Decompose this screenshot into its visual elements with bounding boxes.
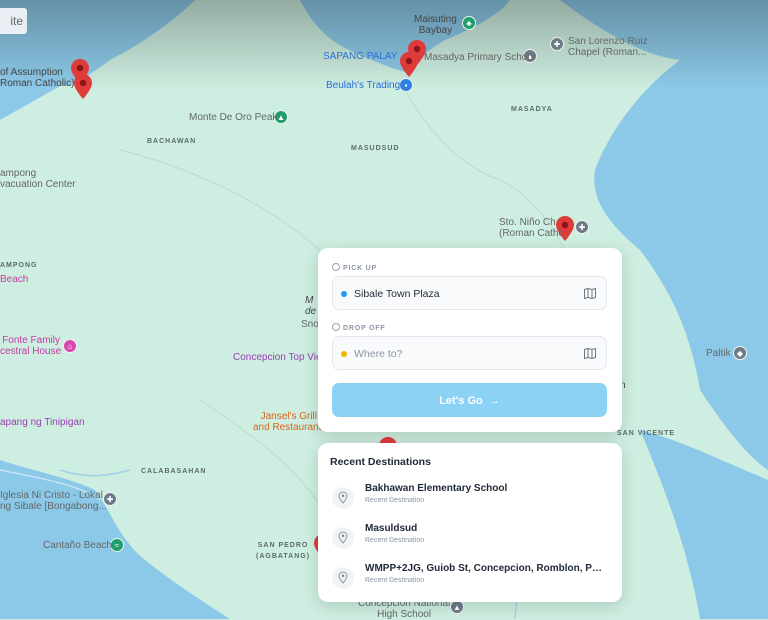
recent-destination-sub: Recent Destination (365, 537, 425, 544)
map-pin-icon[interactable] (400, 52, 418, 77)
location-pin-icon (332, 487, 354, 509)
map-label-fonte: Fonte Family cestral House (0, 335, 62, 357)
school-icon[interactable]: ▲ (450, 600, 464, 614)
pickup-input[interactable] (354, 284, 574, 304)
lets-go-button[interactable]: Let's Go → (332, 383, 607, 417)
recent-destination-item[interactable]: Bakhawan Elementary School Recent Destin… (332, 483, 612, 513)
map-label-iglesia: Iglesia Ni Cristo - Lokal ng Sibale [Bon… (0, 490, 107, 512)
pickup-label-text: PICK UP (343, 265, 377, 272)
map-label-masadya: MASADYA (511, 106, 553, 113)
map-label-san-vicente: SAN VICENTE (617, 430, 676, 437)
map-label-concepcion-top: Concepcion Top Vie (233, 352, 322, 363)
pickup-field[interactable] (332, 276, 607, 310)
recent-destination-name: WMPP+2JG, Guiob St, Concepcion, Romblon,… (365, 563, 605, 574)
recent-destination-sub: Recent Destination (365, 497, 425, 504)
recent-destinations-title: Recent Destinations (330, 456, 431, 468)
shop-icon[interactable]: ▪ (399, 78, 413, 92)
place-icon[interactable]: ◆ (733, 346, 747, 360)
dropoff-input[interactable] (354, 344, 574, 364)
map-label-paltik: Paltik (706, 348, 731, 359)
pickup-dot-icon (341, 291, 347, 297)
map-label-bachawan: BACHAWAN (147, 138, 197, 145)
map-label-beach: Beach (0, 274, 29, 285)
map-label-sto-nino: Sto. Niño Ch (Roman Catho (499, 217, 565, 239)
dropoff-field[interactable] (332, 336, 607, 370)
location-pin-icon (332, 567, 354, 589)
church-icon[interactable]: ✚ (575, 220, 589, 234)
pickup-section-label: PICK UP (332, 263, 377, 272)
map-label-masadya-school: Masadya Primary School (424, 52, 536, 63)
map-label-monte-de-oro: Monte De Oro Peak (189, 112, 278, 123)
recent-destination-item[interactable]: WMPP+2JG, Guiob St, Concepcion, Romblon,… (332, 563, 612, 593)
map-label-maisuting: Maisuting Baybay (414, 14, 457, 36)
park-icon[interactable]: ♣ (462, 16, 476, 30)
recent-destination-item[interactable]: Masuldsud Recent Destination (332, 523, 612, 553)
map-label-assumption: of Assumption Roman Catholic) (0, 67, 75, 89)
map-label-tinipigan: apang ng Tinipigan (0, 417, 85, 428)
recent-destination-sub: Recent Destination (365, 577, 425, 584)
location-pin-icon (332, 527, 354, 549)
map-label-calabasahan: CALABASAHAN (141, 468, 207, 475)
recent-destinations-card: Recent Destinations Bakhawan Elementary … (318, 443, 622, 602)
map-label-ampong: AMPONG (0, 262, 38, 269)
map-icon[interactable] (584, 348, 596, 359)
beach-icon[interactable]: ≈ (110, 538, 124, 552)
map-label-masudsud: MASUDSUD (351, 145, 400, 152)
dropoff-label-text: DROP OFF (343, 325, 386, 332)
map-label-san-pedro: SAN PEDRO (AGBATANG) (256, 542, 311, 560)
map-label-sapang-palay: SAPANG PALAY (323, 51, 398, 62)
recent-destination-name: Masuldsud (365, 523, 418, 534)
house-icon[interactable]: ⌂ (63, 339, 77, 353)
satellite-toggle-button[interactable]: ite (0, 8, 27, 34)
map-icon[interactable] (584, 288, 596, 299)
location-pin-icon (332, 323, 340, 331)
lets-go-label: Let's Go (439, 395, 483, 407)
dropoff-section-label: DROP OFF (332, 323, 385, 332)
dropoff-dot-icon (341, 351, 347, 357)
map-label-beulahs: Beulah's Trading (326, 80, 401, 91)
arrow-right-icon: → (488, 395, 500, 407)
church-icon[interactable]: ✚ (550, 37, 564, 51)
map-pin-icon[interactable] (74, 74, 92, 99)
map-label-evacuation: ampong vacuation Center (0, 168, 76, 190)
recent-destination-name: Bakhawan Elementary School (365, 483, 508, 494)
map-label-jansels: Jansel's Grill and Restaurant (253, 411, 322, 433)
location-pin-icon (332, 263, 340, 271)
map-label-m-de: M de (305, 295, 317, 317)
trip-planner-card: PICK UP DROP OFF Let's Go → (318, 248, 622, 432)
map-label-cantano: Cantaño Beach (43, 540, 112, 551)
map-label-san-lorenzo: San Lorenzo Ruiz Chapel (Roman... (568, 36, 648, 58)
